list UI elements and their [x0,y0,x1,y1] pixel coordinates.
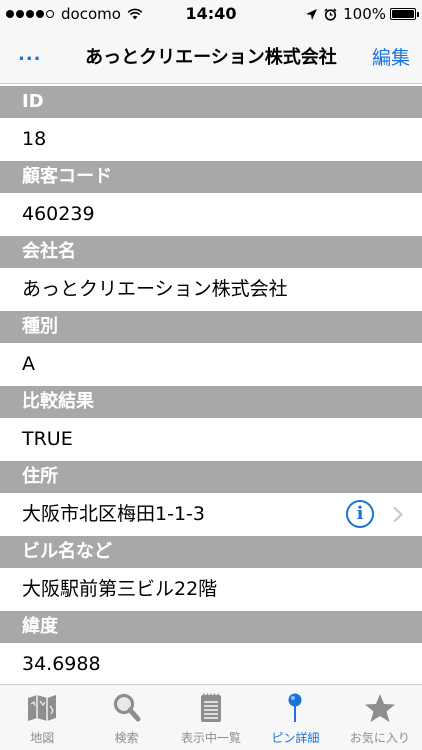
chevron-right-icon [393,506,404,523]
tab-label-list: 表示中一覧 [181,731,242,745]
tab-pin-detail[interactable]: ピン詳細 [253,685,337,750]
tab-label-favorites: お気に入り [349,731,410,745]
status-bar: docomo 14:40 100% [0,0,422,28]
field-value-customer-code: 460239 [0,193,422,236]
section-header-comparison-result: 比較結果 [0,386,422,418]
tab-bar: 地図 検索 表示中一覧 ピン詳細 お気に入り [0,684,422,750]
pin-icon [288,693,302,722]
edit-button[interactable]: 編集 [372,43,410,70]
field-value-company-name: あっとクリエーション株式会社 [0,268,422,311]
field-value-comparison-result: TRUE [0,418,422,461]
field-value-id: 18 [0,118,422,161]
battery-percent: 100% [343,5,386,23]
battery-icon [390,8,419,20]
page-title: あっとクリエーション株式会社 [85,47,337,68]
navigation-bar: ... あっとクリエーション株式会社 編集 [0,28,422,84]
detail-list[interactable]: ID 18 顧客コード 460239 会社名 あっとクリエーション株式会社 種別… [0,86,422,684]
field-value-address: 大阪市北区梅田1-1-3 [22,503,205,525]
map-icon [28,695,57,721]
field-value-building: 大阪駅前第三ビル22階 [0,568,422,611]
field-value-latitude: 34.6988 [0,643,422,684]
section-header-latitude: 緯度 [0,611,422,643]
section-header-type: 種別 [0,311,422,343]
tab-map[interactable]: 地図 [0,685,84,750]
tab-search[interactable]: 検索 [84,685,168,750]
field-value-type: A [0,343,422,386]
status-indicators: 100% [305,5,419,23]
section-header-id: ID [0,86,422,118]
tab-label-search: 検索 [114,731,139,745]
address-row[interactable]: 大阪市北区梅田1-1-3 i [0,493,422,536]
section-header-building: ビル名など [0,536,422,568]
section-header-address: 住所 [0,461,422,493]
tab-label-map: 地図 [30,731,55,745]
notepad-icon [201,693,222,722]
info-icon[interactable]: i [346,500,374,528]
alarm-clock-icon [324,7,337,21]
section-header-company-name: 会社名 [0,236,422,268]
section-header-customer-code: 顧客コード [0,161,422,193]
location-arrow-icon [306,8,318,20]
magnifier-icon [113,693,141,722]
tab-favorites[interactable]: お気に入り [338,685,422,750]
star-icon [364,694,395,722]
tab-list[interactable]: 表示中一覧 [169,685,253,750]
tab-label-pin-detail: ピン詳細 [271,731,320,745]
